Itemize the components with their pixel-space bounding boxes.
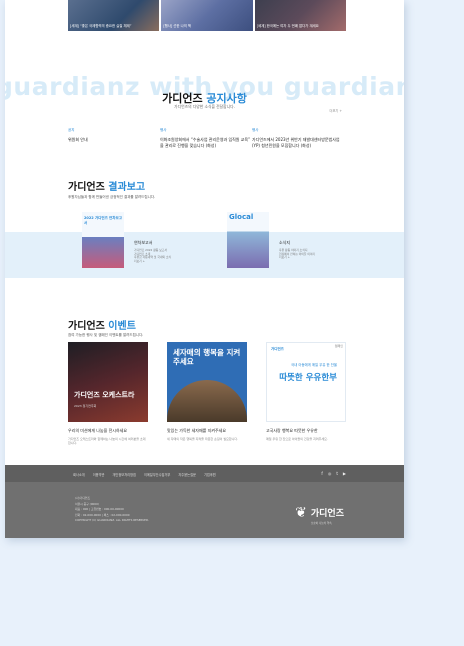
event-card[interactable]: 가디언즈 오케스트라 2023 정기연주회 우리의 미션에게 나눔을 전시하세요… bbox=[68, 342, 148, 445]
footer-logo[interactable]: ❦ 가디언즈 보호와 나눔의 약속 bbox=[295, 501, 344, 525]
footer-info-line: COPYRIGHT (C) GUARDIANZ. ALL RIGHTS RESE… bbox=[75, 518, 149, 522]
event-desc: 매일 우유 한 잔으로 아이들의 건강을 지켜주세요. bbox=[266, 437, 328, 441]
notice-subtitle: 가디언즈의 다양한 소식을 전달합니다. bbox=[174, 104, 235, 109]
notice-category: 공지 bbox=[68, 128, 75, 132]
report-item[interactable]: Glocal 소식지 후원 활동 이야기 소식지 현장에서 전하는 아이들 이야… bbox=[227, 212, 315, 268]
page-frame: [세계] “좋은 국제협력의 중요한 실질 체제” [행사] 선한 나의 책 [… bbox=[5, 0, 404, 538]
report-item[interactable]: 2022 가디언즈 연차보고서 연차보고서 가디언즈 2022 활동 보고서 가… bbox=[82, 212, 171, 268]
notice-item[interactable]: 공지 위원회 안내 bbox=[68, 128, 160, 149]
event-title: 우리의 미션에게 나눔을 전시하세요 bbox=[68, 428, 128, 433]
youtube-icon[interactable]: ▶ bbox=[343, 471, 346, 476]
event-tag: 캠페인 bbox=[334, 344, 343, 348]
news-card[interactable]: [행사] 선한 나의 책 bbox=[161, 0, 253, 31]
instagram-icon[interactable]: ◎ bbox=[328, 471, 332, 476]
event-desc: 세 자매의 작은 행복을 지켜줄 따뜻한 손길이 필요합니다. bbox=[167, 437, 239, 441]
children-photo bbox=[167, 380, 247, 422]
footer-main: (사)가디언즈 서울시 중구 (0000) 대표 : 000 | 고유번호 : … bbox=[5, 482, 404, 538]
news-strip: [세계] “좋은 국제협력의 중요한 실질 체제” [행사] 선한 나의 책 [… bbox=[68, 0, 346, 31]
notice-text: 이화조원양회에서 “수술사업 관리운영과 임직원 교육” 을 관리로 진행을 맞… bbox=[160, 137, 251, 148]
footer-social: f ◎ t ▶ bbox=[321, 471, 346, 476]
report-item-title: 연차보고서 bbox=[134, 240, 153, 245]
footer-logo-name: 가디언즈 bbox=[310, 509, 344, 519]
report-title: 가디언즈 결과보고 bbox=[68, 178, 145, 193]
events-title-prefix: 가디언즈 bbox=[68, 321, 109, 332]
notice-list: 공지 위원회 안내 행사 이화조원양회에서 “수술사업 관리운영과 임직원 교육… bbox=[68, 128, 346, 149]
notice-more-link[interactable]: 더보기 + bbox=[330, 108, 342, 113]
news-caption: [행사] 선한 나의 책 bbox=[163, 24, 192, 28]
notice-category: 행사 bbox=[160, 128, 167, 132]
cover-label: Glocal bbox=[229, 213, 254, 221]
event-brand: 가디언즈 bbox=[271, 347, 284, 351]
event-image: 가디언즈 캠페인 국내 아동에게 매일 우유 한 잔을 따뜻한 우유한부 bbox=[266, 342, 346, 422]
events-title: 가디언즈 이벤트 bbox=[68, 317, 136, 332]
news-caption: [세계] 한국에는 여자 두 번째 없다가 계세요 bbox=[256, 24, 319, 28]
event-image-title: 세자매의 행복을 지켜주세요 bbox=[173, 348, 241, 366]
notice-item[interactable]: 행사 가디언즈에서 2023년 위반기 재발대센터방문법사업(YP) 청년민원을… bbox=[252, 128, 344, 149]
footer-link[interactable]: 이메일무단수집거부 bbox=[144, 472, 170, 477]
footer-link[interactable]: 자주묻는질문 bbox=[178, 472, 196, 477]
footer-logo-tagline: 보호와 나눔의 약속 bbox=[310, 522, 332, 525]
event-image-title: 따뜻한 우유한부 bbox=[279, 373, 337, 383]
news-caption: [세계] “좋은 국제협력의 중요한 실질 체제” bbox=[70, 24, 132, 28]
event-card[interactable]: 가디언즈 캠페인 국내 아동에게 매일 우유 한 잔을 따뜻한 우유한부 고국사… bbox=[266, 342, 346, 445]
event-title: 고국사랑 행복요 따뜻한 우유한 bbox=[266, 428, 318, 433]
notice-text: 위원회 안내 bbox=[68, 137, 88, 142]
report-more-link[interactable]: 더보기 + bbox=[279, 256, 339, 260]
event-image-subtitle: 2023 정기연주회 bbox=[74, 404, 97, 408]
footer-nav: 회사소개 이용약관 개인정보처리방침 이메일무단수집거부 자주묻는질문 기업후원… bbox=[5, 465, 404, 482]
report-item-title: 소식지 bbox=[279, 240, 291, 245]
report-cover-image: Glocal bbox=[227, 212, 269, 268]
footer-links: 회사소개 이용약관 개인정보처리방침 이메일무단수집거부 자주묻는질문 기업후원 bbox=[73, 472, 216, 477]
report-meta: 연차보고서 가디언즈 2022 활동 보고서 가디언즈 소개 후원금 사용내역 … bbox=[134, 240, 194, 263]
event-title: 맛있는 가득한 세자매를 지켜주세요 bbox=[167, 428, 227, 433]
event-image-subtitle: 국내 아동에게 매일 우유 한 잔을 bbox=[291, 363, 337, 367]
report-more-link[interactable]: 더보기 + bbox=[134, 259, 194, 264]
footer-info: (사)가디언즈 서울시 중구 (0000) 대표 : 000 | 고유번호 : … bbox=[75, 496, 149, 524]
report-meta: 소식지 후원 활동 이야기 소식지 현장에서 전하는 아이들 이야기 더보기 + bbox=[279, 240, 339, 260]
notice-item[interactable]: 행사 이화조원양회에서 “수술사업 관리운영과 임직원 교육” 을 관리로 진행… bbox=[160, 128, 252, 149]
event-card[interactable]: 세자매의 행복을 지켜주세요 맛있는 가득한 세자매를 지켜주세요 세 자매의 … bbox=[167, 342, 247, 445]
report-desc: 후원자님들과 함께 만들어낸 긍정적인 결과를 알려드립니다. bbox=[68, 195, 156, 199]
report-band bbox=[5, 232, 404, 278]
report-title-accent: 결과보고 bbox=[108, 182, 146, 193]
event-image-title: 가디언즈 오케스트라 bbox=[74, 391, 135, 399]
report-cover-image: 2022 가디언즈 연차보고서 bbox=[82, 212, 124, 268]
news-card[interactable]: [세계] “좋은 국제협력의 중요한 실질 체제” bbox=[68, 0, 160, 31]
news-card[interactable]: [세계] 한국에는 여자 두 번째 없다가 계세요 bbox=[254, 0, 346, 31]
events-desc: 참여 가능한 행사 및 캠페인 이벤트를 알려드립니다. bbox=[68, 333, 144, 337]
events-list: 가디언즈 오케스트라 2023 정기연주회 우리의 미션에게 나눔을 전시하세요… bbox=[68, 342, 348, 445]
footer-link[interactable]: 이용약관 bbox=[93, 472, 105, 477]
event-image: 가디언즈 오케스트라 2023 정기연주회 bbox=[68, 342, 148, 422]
notice-category: 행사 bbox=[252, 128, 259, 132]
twitter-icon[interactable]: t bbox=[336, 471, 338, 476]
wing-logo-icon: ❦ bbox=[295, 505, 307, 521]
cover-label: 2022 가디언즈 연차보고서 bbox=[84, 216, 122, 225]
footer-link[interactable]: 회사소개 bbox=[73, 472, 85, 477]
event-desc: 가디언즈 오케스트라와 함께하는 나눔의 시간에 여러분을 초대합니다. bbox=[68, 437, 146, 445]
notice-text: 가디언즈에서 2023년 위반기 재발대센터방문법사업(YP) 청년민원을 모집… bbox=[252, 137, 340, 148]
report-title-prefix: 가디언즈 bbox=[68, 182, 109, 193]
events-title-accent: 이벤트 bbox=[108, 321, 136, 332]
facebook-icon[interactable]: f bbox=[321, 471, 322, 476]
footer-link[interactable]: 기업후원 bbox=[204, 472, 216, 477]
footer-link[interactable]: 개인정보처리방침 bbox=[112, 472, 135, 477]
event-image: 세자매의 행복을 지켜주세요 bbox=[167, 342, 247, 422]
